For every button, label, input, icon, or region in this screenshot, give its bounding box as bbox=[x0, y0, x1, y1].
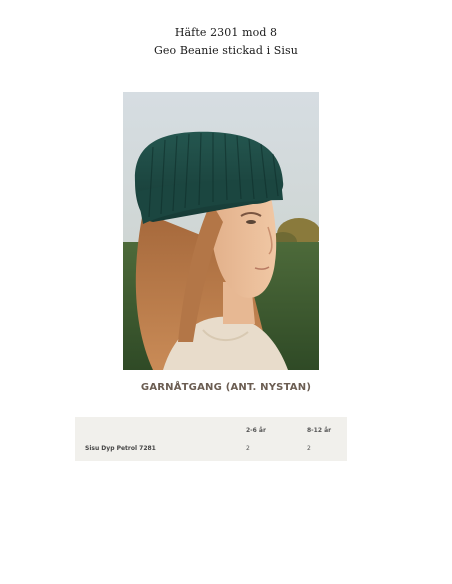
yarn-table: 2-6 år 8-12 år Sisu Dyp Petrol 7281 2 2 bbox=[75, 417, 347, 461]
yarn-quantity-cell: 2 bbox=[246, 445, 250, 452]
size-column-header: 8-12 år bbox=[307, 427, 332, 434]
pattern-name: Geo Beanie stickad i Sisu bbox=[154, 44, 298, 57]
yarn-requirements-heading: GARNÅTGANG (ANT. NYSTAN) bbox=[140, 382, 312, 393]
pattern-issue-title: Häfte 2301 mod 8 bbox=[174, 26, 278, 39]
size-column-header: 2-6 år bbox=[246, 427, 266, 434]
model-photo bbox=[123, 92, 319, 370]
yarn-name-cell: Sisu Dyp Petrol 7281 bbox=[85, 445, 156, 452]
yarn-quantity-cell: 2 bbox=[307, 445, 311, 452]
